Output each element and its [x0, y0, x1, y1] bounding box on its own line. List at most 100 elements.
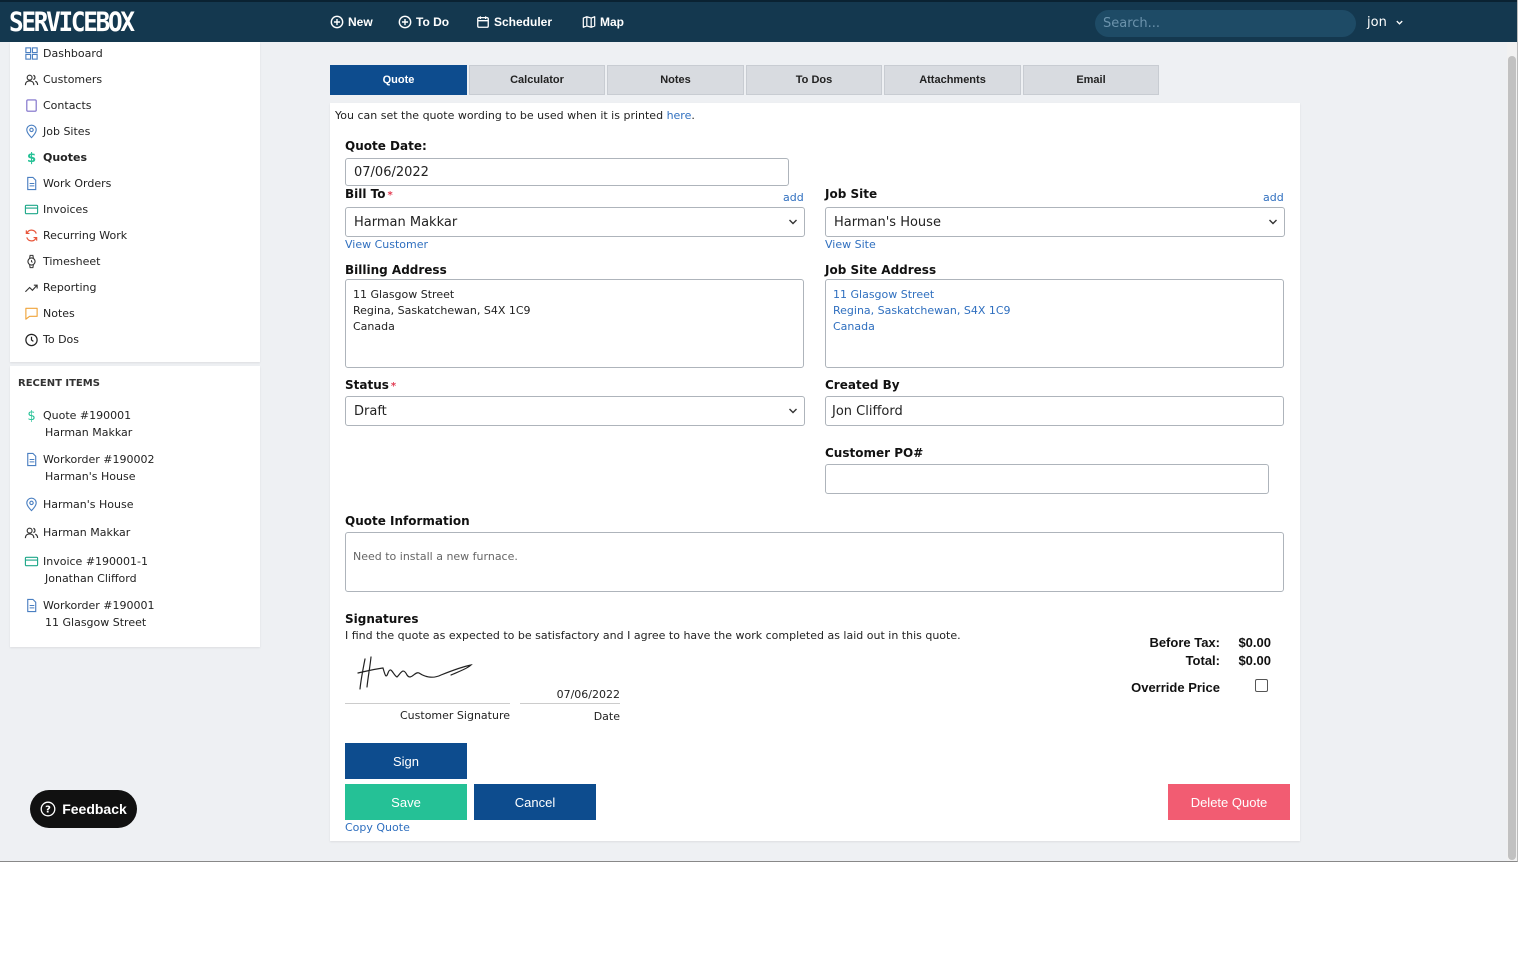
sidebar-nav: Dashboard Customers Contacts Job Sites $… [10, 42, 260, 362]
recent-item-customer[interactable]: Harman Makkar [24, 523, 130, 541]
job-site-address-label: Job Site Address [825, 263, 937, 277]
sidebar-item-work-orders[interactable]: Work Orders [24, 173, 111, 193]
status-select[interactable]: Draft [345, 396, 805, 426]
user-menu[interactable]: jon [1367, 15, 1404, 30]
recent-item-title: Workorder #190002 [43, 452, 155, 466]
sidebar-item-reporting[interactable]: Reporting [24, 277, 96, 297]
svg-text:$: $ [27, 151, 36, 165]
job-site-address-box[interactable]: 11 Glasgow Street Regina, Saskatchewan, … [825, 279, 1284, 368]
add-job-site-link[interactable]: add [1263, 191, 1284, 204]
sidebar-item-contacts[interactable]: Contacts [24, 95, 92, 115]
intro-period: . [691, 109, 695, 122]
quote-wording-note: You can set the quote wording to be used… [335, 109, 695, 122]
recent-item-workorder[interactable]: Workorder #190002 Harman's House [24, 450, 155, 486]
recent-item-invoice[interactable]: Invoice #190001-1 Jonathan Clifford [24, 552, 148, 588]
before-tax-label: Before Tax: [1149, 635, 1220, 650]
quote-date-input[interactable]: 07/06/2022 [345, 158, 789, 186]
tab-to-dos[interactable]: To Dos [746, 65, 882, 95]
total-value: $0.00 [1238, 653, 1271, 668]
map-label: Map [600, 15, 624, 29]
tab-notes[interactable]: Notes [607, 65, 744, 95]
add-customer-link[interactable]: add [783, 191, 804, 204]
tab-email[interactable]: Email [1023, 65, 1159, 95]
sidebar-item-dashboard[interactable]: Dashboard [24, 43, 103, 63]
signatures-label: Signatures [345, 612, 419, 626]
todo-label: To Do [416, 15, 450, 29]
quote-wording-link[interactable]: here [667, 109, 692, 122]
credit-card-icon [24, 204, 39, 214]
scheduler-label: Scheduler [494, 15, 553, 29]
search-input[interactable] [1095, 10, 1356, 37]
chevron-down-icon [789, 219, 797, 225]
tab-calculator[interactable]: Calculator [469, 65, 605, 95]
sidebar-item-label: Work Orders [43, 176, 112, 190]
sidebar-item-quotes[interactable]: $ Quotes [24, 147, 87, 167]
document-icon [27, 598, 37, 612]
sidebar-item-invoices[interactable]: Invoices [24, 199, 88, 219]
view-customer-link[interactable]: View Customer [345, 238, 428, 251]
tab-attachments[interactable]: Attachments [884, 65, 1021, 95]
user-name: jon [1367, 15, 1387, 30]
quote-date-value: 07/06/2022 [354, 164, 429, 180]
customer-po-label: Customer PO# [825, 446, 924, 460]
feedback-button[interactable]: ? Feedback [30, 790, 137, 828]
job-site-address-line: Canada [833, 320, 875, 333]
scrollbar-thumb[interactable] [1508, 56, 1516, 860]
job-site-address-line: Regina, Saskatchewan, S4X 1C9 [833, 304, 1011, 317]
sidebar-item-label: Quotes [43, 150, 88, 164]
tab-quote[interactable]: Quote [330, 65, 467, 95]
billing-address-line: 11 Glasgow Street [353, 288, 455, 301]
recent-item-quote[interactable]: $ Quote #190001 Harman Makkar [24, 406, 132, 442]
scheduler-button[interactable]: Scheduler [476, 12, 552, 32]
override-price-checkbox[interactable] [1255, 679, 1268, 692]
new-label: New [348, 15, 373, 29]
document-icon [27, 176, 37, 190]
view-site-link[interactable]: View Site [825, 238, 876, 251]
date-line [520, 703, 620, 704]
quote-date-label: Quote Date: [345, 139, 427, 153]
sidebar-item-label: Contacts [43, 98, 92, 112]
customer-signature-caption: Customer Signature [400, 709, 510, 722]
recent-item-workorder[interactable]: Workorder #190001 11 Glasgow Street [24, 596, 155, 632]
sidebar-item-recurring-work[interactable]: Recurring Work [24, 225, 127, 245]
copy-quote-link[interactable]: Copy Quote [345, 821, 410, 834]
status-label-text: Status [345, 378, 389, 392]
job-site-label: Job Site [825, 187, 878, 201]
recent-item-job-site[interactable]: Harman's House [24, 495, 134, 513]
sign-button[interactable]: Sign [345, 743, 467, 779]
recent-item-subtitle: Jonathan Clifford [45, 572, 137, 585]
intro-text: You can set the quote wording to be used… [335, 109, 667, 122]
svg-text:$: $ [27, 409, 35, 423]
total-label: Total: [1185, 653, 1220, 668]
sidebar-item-to-dos[interactable]: To Dos [24, 329, 79, 349]
cancel-button[interactable]: Cancel [474, 784, 596, 820]
app-window: SERVICEBOX New To Do Scheduler Map jon D… [0, 0, 1518, 862]
note-icon [25, 307, 38, 320]
bill-to-select[interactable]: Harman Makkar [345, 207, 805, 237]
customer-po-input[interactable] [825, 464, 1269, 494]
sidebar-item-job-sites[interactable]: Job Sites [24, 121, 90, 141]
trend-icon [25, 284, 38, 292]
recent-item-title: Harman Makkar [43, 525, 131, 539]
quote-info-textarea[interactable]: Need to install a new furnace. [345, 532, 1284, 592]
svg-text:?: ? [45, 805, 51, 816]
created-by-input[interactable]: Jon Clifford [825, 396, 1284, 426]
sidebar-item-label: Dashboard [43, 46, 103, 60]
bill-to-value: Harman Makkar [354, 214, 458, 230]
map-button[interactable]: Map [582, 12, 624, 32]
job-site-select[interactable]: Harman's House [825, 207, 1285, 237]
delete-quote-button[interactable]: Delete Quote [1168, 784, 1290, 820]
billing-address-textarea[interactable]: 11 Glasgow Street Regina, Saskatchewan, … [345, 279, 804, 368]
sidebar-item-timesheet[interactable]: Timesheet [24, 251, 100, 271]
quote-form-panel: You can set the quote wording to be used… [330, 103, 1300, 841]
before-tax-value: $0.00 [1238, 635, 1271, 650]
page-scrollbar[interactable] [1507, 42, 1517, 861]
new-button[interactable]: New [330, 12, 373, 32]
created-by-value: Jon Clifford [832, 403, 903, 419]
sidebar-item-notes[interactable]: Notes [24, 303, 75, 323]
servicebox-logo[interactable]: SERVICEBOX [9, 5, 135, 41]
todo-button[interactable]: To Do [398, 12, 449, 32]
plus-circle-icon [330, 15, 344, 29]
save-button[interactable]: Save [345, 784, 467, 820]
sidebar-item-customers[interactable]: Customers [24, 69, 102, 89]
